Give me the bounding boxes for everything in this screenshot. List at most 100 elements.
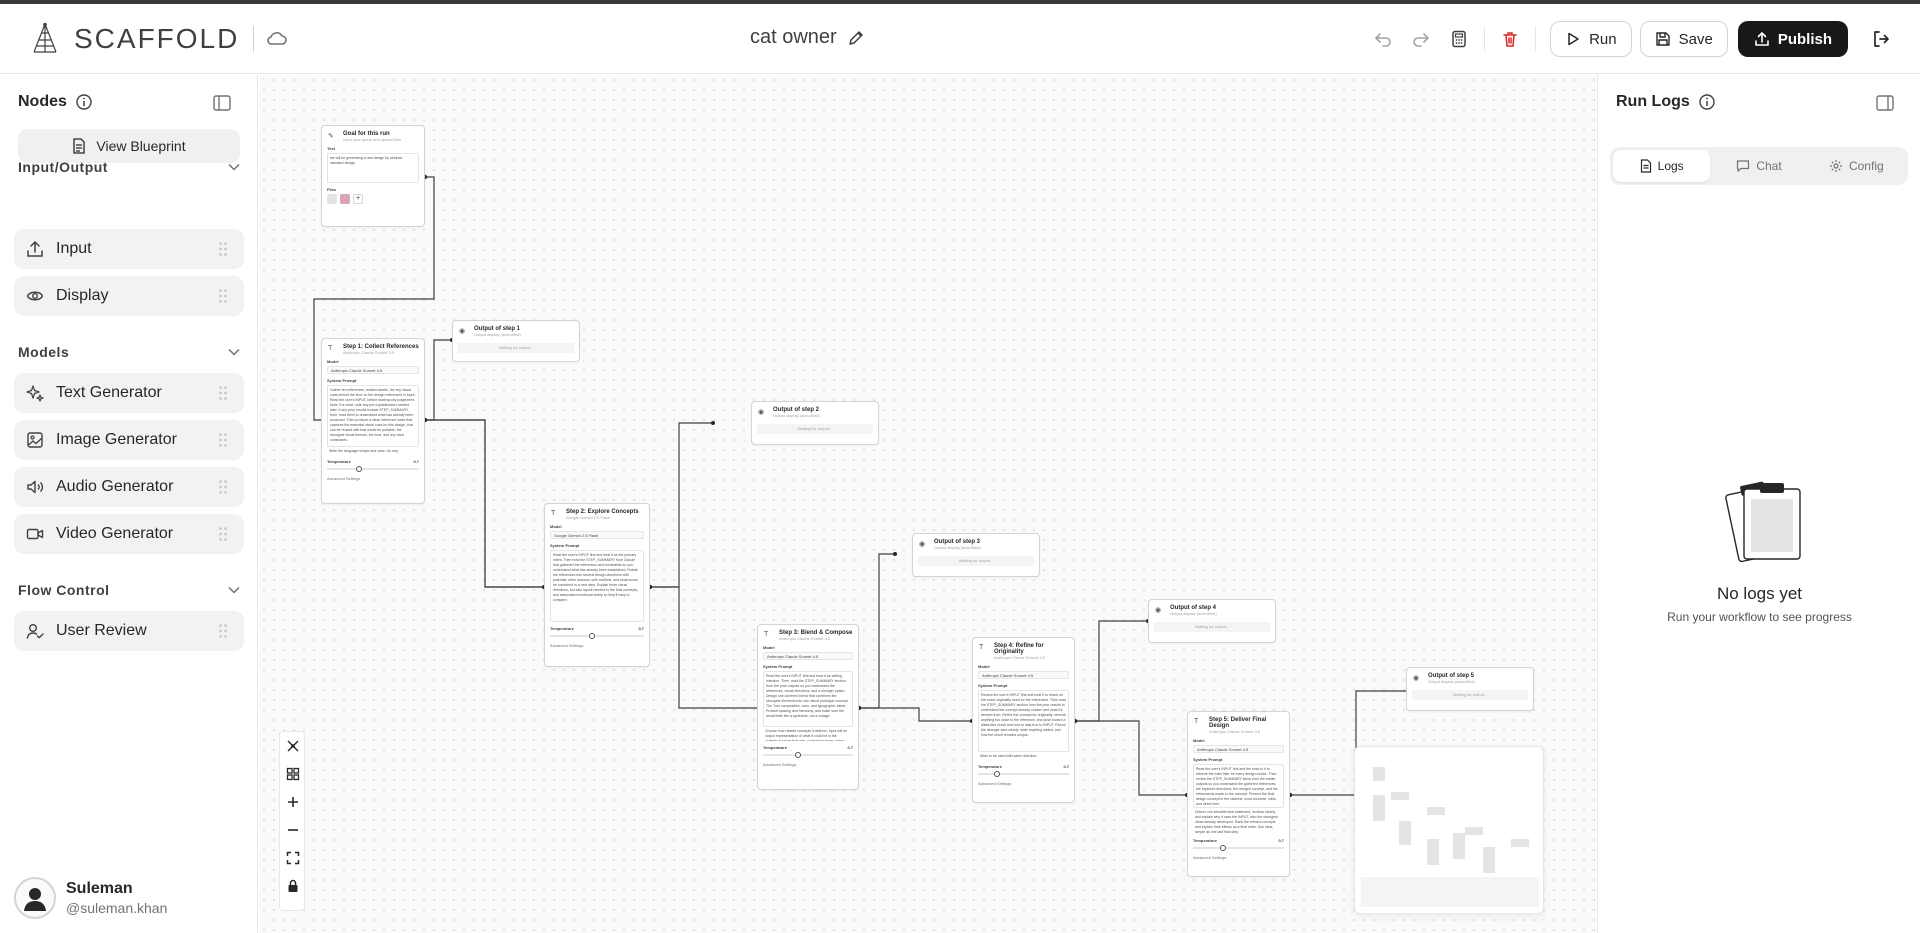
fit-view-button[interactable] [280, 844, 306, 872]
temperature-slider[interactable] [978, 771, 1069, 777]
panel-collapse-icon[interactable] [1876, 95, 1894, 111]
system-prompt-field[interactable]: Review the user's INPUT first and treat … [978, 690, 1069, 752]
drag-handle-icon[interactable] [218, 385, 228, 401]
lock-button[interactable] [280, 872, 306, 900]
logout-button[interactable] [1862, 20, 1900, 58]
info-icon[interactable] [75, 93, 93, 111]
save-button[interactable]: Save [1639, 21, 1728, 57]
auto-layout-button[interactable] [280, 732, 306, 760]
advanced-settings[interactable]: Advanced Settings [550, 643, 644, 648]
section-flow-control[interactable]: Flow Control [18, 582, 240, 598]
section-input-output[interactable]: Input/Output [18, 159, 240, 175]
zoom-in-button[interactable] [280, 788, 306, 816]
minimap-viewport[interactable] [1361, 877, 1539, 907]
redo-button[interactable] [1402, 20, 1440, 58]
run-button[interactable]: Run [1550, 21, 1632, 57]
model-select[interactable]: Anthropic Claude Sonnet 4.5 [327, 366, 419, 374]
drag-handle-icon[interactable] [218, 526, 228, 542]
temperature-slider[interactable] [763, 752, 853, 758]
slider-knob[interactable] [794, 752, 801, 758]
step-node-1[interactable]: T Step 1: Collect References Anthropic C… [321, 338, 425, 504]
output-node-2[interactable]: ◉ Output of step 2 Output display (auto-… [751, 401, 879, 445]
model-select[interactable]: Google Gemini 2.5 Flash [550, 531, 644, 539]
file-thumbnail[interactable] [340, 194, 350, 204]
advanced-settings[interactable]: Advanced Settings [978, 781, 1069, 786]
user-profile[interactable]: Suleman @suleman.khan [14, 875, 244, 921]
advanced-settings[interactable]: Advanced Settings [763, 762, 853, 767]
cloud-sync-icon[interactable] [266, 30, 288, 48]
output-node-1[interactable]: ◉ Output of step 1 Output display (auto-… [452, 320, 580, 362]
drag-handle-icon[interactable] [218, 432, 228, 448]
temperature-label: Temperature [550, 626, 574, 631]
system-prompt-field[interactable]: Read the user's INPUT first and treat it… [763, 671, 853, 727]
run-logs-panel: Run Logs Logs Chat Config No logs yet Ru… [1597, 75, 1920, 933]
temperature-slider[interactable] [327, 466, 419, 472]
document-icon [73, 138, 86, 154]
node-item-video-generator[interactable]: Video Generator [14, 514, 244, 554]
calculator-button[interactable] [1440, 20, 1478, 58]
view-blueprint-button[interactable]: View Blueprint [18, 129, 240, 163]
add-file-icon[interactable]: + [353, 194, 363, 204]
minimap[interactable] [1354, 746, 1544, 914]
node-item-text-generator[interactable]: Text Generator [14, 373, 244, 413]
system-prompt-field[interactable]: Gather ten references, related assets, t… [327, 385, 419, 447]
publish-button[interactable]: Publish [1737, 21, 1848, 57]
slider-knob[interactable] [589, 633, 596, 639]
advanced-settings[interactable]: Advanced Settings [1193, 855, 1284, 860]
file-thumbnail[interactable] [327, 194, 337, 204]
node-item-display[interactable]: Display [14, 276, 244, 316]
model-select[interactable]: Anthropic Claude Sonnet 4.5 [763, 652, 853, 660]
logo[interactable]: SCAFFOLD [30, 22, 288, 56]
undo-button[interactable] [1364, 20, 1402, 58]
node-item-input[interactable]: Input [14, 229, 244, 269]
slider-knob[interactable] [1220, 845, 1227, 851]
step-node-3[interactable]: T Step 3: Blend & Compose Anthropic Clau… [757, 624, 859, 790]
minimap-node [1427, 839, 1439, 865]
info-icon[interactable] [1698, 93, 1716, 111]
trash-icon [1503, 32, 1517, 47]
tab-chat[interactable]: Chat [1710, 150, 1807, 182]
system-prompt-field[interactable]: Read the user's INPUT first and the work… [1193, 764, 1284, 808]
section-models[interactable]: Models [18, 344, 240, 360]
step-node-5[interactable]: T Step 5: Deliver Final Design Anthropic… [1187, 711, 1290, 877]
toolbar-divider [1535, 26, 1537, 52]
files-row: + [327, 194, 419, 204]
grid-toggle-button[interactable] [280, 760, 306, 788]
workflow-canvas[interactable]: ✎ Goal for this run Input your query and… [259, 75, 1596, 933]
tab-logs[interactable]: Logs [1613, 150, 1711, 182]
temperature-slider[interactable] [550, 633, 644, 639]
drag-handle-icon[interactable] [218, 623, 228, 639]
node-item-image-generator[interactable]: Image Generator [14, 420, 244, 460]
temperature-row: Temperature 0.7 [550, 626, 644, 631]
flow-title[interactable]: cat owner [750, 26, 837, 49]
minimap-node [1373, 767, 1385, 781]
lock-icon [288, 879, 298, 892]
pencil-icon[interactable] [847, 29, 865, 47]
drag-handle-icon[interactable] [218, 288, 228, 304]
output-node-4[interactable]: ◉ Output of step 4 Output display (auto-… [1148, 599, 1276, 643]
delete-button[interactable] [1491, 20, 1529, 58]
slider-knob[interactable] [994, 771, 1001, 777]
output-node-5[interactable]: ◉ Output of step 5 Output display (auto-… [1406, 667, 1534, 711]
step-node-4[interactable]: T Step 4: Refine for Originality Anthrop… [972, 637, 1075, 803]
tab-config[interactable]: Config [1808, 150, 1905, 182]
view-blueprint-label: View Blueprint [96, 138, 186, 154]
model-select[interactable]: Anthropic Claude Sonnet 4.5 [1193, 745, 1284, 753]
advanced-settings[interactable]: Advanced Settings [327, 476, 419, 481]
step-subtitle: Anthropic Claude Sonnet 4.5 [994, 655, 1046, 660]
output-node-3[interactable]: ◉ Output of step 3 Output display (auto-… [912, 533, 1040, 577]
slider-knob[interactable] [356, 466, 363, 472]
node-item-audio-generator[interactable]: Audio Generator [14, 467, 244, 507]
input-node[interactable]: ✎ Goal for this run Input your query and… [321, 125, 425, 227]
step-node-2[interactable]: T Step 2: Explore Concepts Google Gemini… [544, 503, 650, 667]
drag-handle-icon[interactable] [218, 241, 228, 257]
model-select[interactable]: Anthropic Claude Sonnet 4.5 [978, 671, 1069, 679]
input-text-field[interactable]: we will be generating a new design by ab… [327, 153, 419, 183]
sidebar-collapse-icon[interactable] [213, 95, 231, 111]
node-item-label: Display [56, 287, 109, 304]
node-item-user-review[interactable]: User Review [14, 611, 244, 651]
system-prompt-field[interactable]: Read the user's INPUT first and treat it… [550, 550, 644, 622]
temperature-slider[interactable] [1193, 845, 1284, 851]
drag-handle-icon[interactable] [218, 479, 228, 495]
zoom-out-button[interactable] [280, 816, 306, 844]
